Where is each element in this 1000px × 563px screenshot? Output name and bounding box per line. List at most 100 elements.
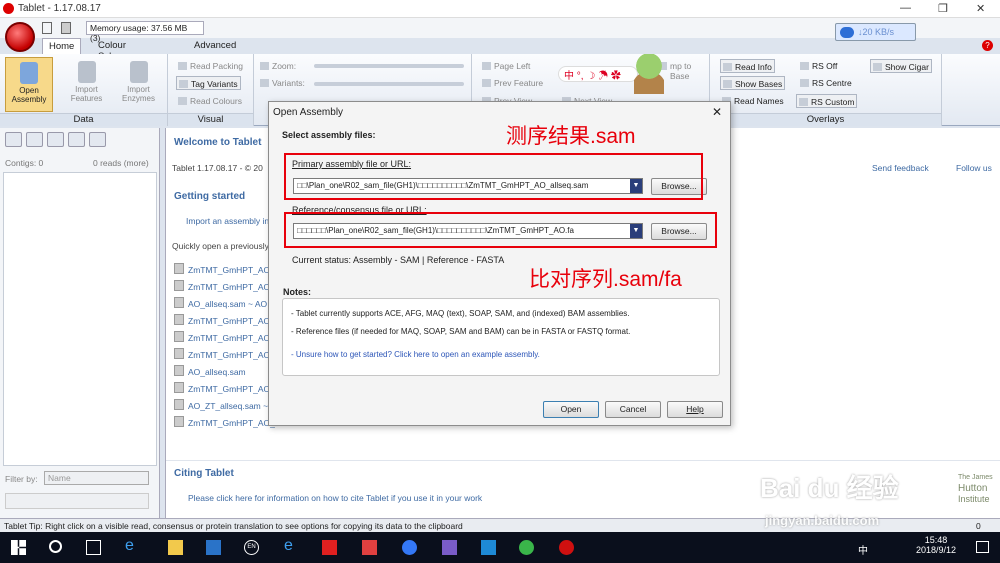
clock-date: 2018/9/12 [915,545,956,555]
getting-started-heading: Getting started [174,191,246,202]
annotation-sequencing-result: 测序结果.sam [506,125,636,148]
reference-file-highlight [284,212,717,248]
window-title: Tablet - 1.17.08.17 [18,3,101,14]
tab-advanced[interactable]: Advanced [188,38,242,54]
rs-off-option[interactable]: RS Off [798,59,839,73]
filter-input[interactable] [5,493,149,509]
recent-file-6[interactable]: ZmTMT_GmHPT_AO_a [174,348,280,360]
hutton-logo-small: The James [958,474,993,481]
wechat-icon[interactable] [519,540,534,555]
restore-button[interactable]: ❐ [938,2,948,15]
import-enzymes-button[interactable]: Import Enzymes [116,61,161,103]
quick-open-text: Quickly open a previously [172,241,269,251]
recent-file-8[interactable]: ZmTMT_GmHPT_AO_a [174,382,280,394]
filter-select-value: Name [48,473,71,483]
baidu-netdisk-icon[interactable] [402,540,417,555]
windows-taskbar: e EN e 中 15:48 2018/9/12 [0,532,1000,563]
example-assembly-link[interactable]: - Unsure how to get started? Click here … [291,350,540,359]
list-tab-icon[interactable] [47,132,64,147]
recent-file-2[interactable]: ZmTMT_GmHPT_AO_a [174,280,280,292]
recent-file-3[interactable]: AO_allseq.sam ~ AO [174,297,267,309]
app-icon-3[interactable] [442,540,457,555]
data-group-label: Data [0,113,167,126]
en-language-icon[interactable]: EN [244,540,259,555]
help-icon[interactable]: ? [982,40,993,51]
cancel-button[interactable]: Cancel [605,401,661,418]
filter-select[interactable]: Name [44,471,149,485]
read-packing-button[interactable]: Read Packing [176,59,245,73]
ime-language[interactable]: 中 [858,542,868,557]
open-assembly-button[interactable]: Open Assembly [5,57,53,112]
close-button[interactable]: ✕ [976,2,985,15]
status-right-value: 0 [976,521,981,531]
app-icon-1[interactable] [206,540,221,555]
memory-usage: Memory usage: 37.56 MB (3) [86,21,204,43]
variants-slider[interactable] [314,82,464,86]
open-assembly-icon [20,62,38,84]
application-orb-button[interactable] [5,22,35,52]
app-icon-2[interactable] [362,540,377,555]
cite-link[interactable]: Please click here for information on how… [188,493,482,503]
clock[interactable]: 15:48 2018/9/12 [916,535,956,555]
select-files-heading: Select assembly files: [282,130,376,140]
recent-file-5[interactable]: ZmTMT_GmHPT_AO_a [174,331,280,343]
rs-centre-option[interactable]: RS Centre [798,76,854,90]
app-icon-4[interactable] [481,540,496,555]
read-colours-button[interactable]: Read Colours [176,94,244,108]
open-button[interactable]: Open [543,401,599,418]
rs-custom-option[interactable]: RS Custom [796,94,858,108]
recent-file-9[interactable]: AO_ZT_allseq.sam ~ [174,399,268,411]
ime-floating-bar[interactable]: 中 °, ☽ ☂ ✿ [558,66,638,82]
import-enzymes-icon [129,61,148,83]
youdao-icon[interactable] [322,540,337,555]
prev-feature-button[interactable]: Prev Feature [480,76,545,90]
recent-file-10[interactable]: ZmTMT_GmHPT_AO_a [174,416,280,428]
baidu-watermark-url: jingyan.baidu.com [765,513,880,528]
contigs-list[interactable] [3,172,157,466]
hutton-logo-big2: Institute [958,494,990,504]
visual-group: Read Packing Tag Variants Read Colours V… [168,54,254,126]
network-speed-badge: ↓20 KB/s [835,23,916,41]
contigs-tab-icon[interactable] [5,132,22,147]
page-left-button[interactable]: Page Left [480,59,532,73]
send-feedback-link[interactable]: Send feedback [872,163,929,173]
import-features-button[interactable]: Import Features [64,61,109,103]
notes-box: - Tablet currently supports ACE, AFG, MA… [282,298,720,376]
recent-file-7[interactable]: AO_allseq.sam [174,365,246,377]
zoom-slider[interactable] [314,64,464,68]
edge-browser-icon[interactable]: e [284,537,299,554]
dialog-close-button[interactable]: ✕ [712,105,722,119]
notifications-icon[interactable] [976,541,989,553]
search-tab-icon[interactable] [89,132,106,147]
save-icon[interactable] [61,22,71,34]
help-button[interactable]: Help [667,401,723,418]
filter-by-label: Filter by: [5,474,38,484]
recent-file-1[interactable]: ZmTMT_GmHPT_AO_a [174,263,280,275]
annotation-alignment-sequence: 比对序列.sam/fa [529,268,682,291]
hutton-logo-big: Hutton [958,483,988,494]
note-reference: - Reference files (if needed for MAQ, SO… [291,327,631,336]
tablet-app-icon[interactable] [559,540,574,555]
show-bases-toggle[interactable]: Show Bases [720,76,786,90]
task-view-icon[interactable] [86,540,101,555]
minimize-button[interactable]: — [900,2,911,14]
clock-time: 15:48 [924,535,948,545]
windows-start-icon[interactable] [11,540,26,555]
read-info-toggle[interactable]: Read Info [720,59,775,73]
follow-us-link[interactable]: Follow us [956,163,992,173]
tab-colour-schemes[interactable]: Colour Schemes [92,38,144,62]
version-line: Tablet 1.17.08.17 - © 20 [172,163,263,173]
tab-home[interactable]: Home [42,38,82,54]
file-explorer-icon[interactable] [168,540,183,555]
import-assembly-link[interactable]: Import an assembly in [186,216,269,226]
chart-tab-icon[interactable] [68,132,85,147]
search-icon[interactable] [49,540,62,553]
net-speed-text: ↓20 KB/s [858,27,895,37]
recent-file-4[interactable]: ZmTMT_GmHPT_AO_a [174,314,280,326]
features-tab-icon[interactable] [26,132,43,147]
primary-file-highlight [284,153,703,200]
show-cigar-toggle[interactable]: Show Cigar [870,59,932,73]
undo-icon[interactable] [42,22,52,34]
ie-browser-icon[interactable]: e [125,537,140,554]
tag-variants-button[interactable]: Tag Variants [176,76,241,90]
